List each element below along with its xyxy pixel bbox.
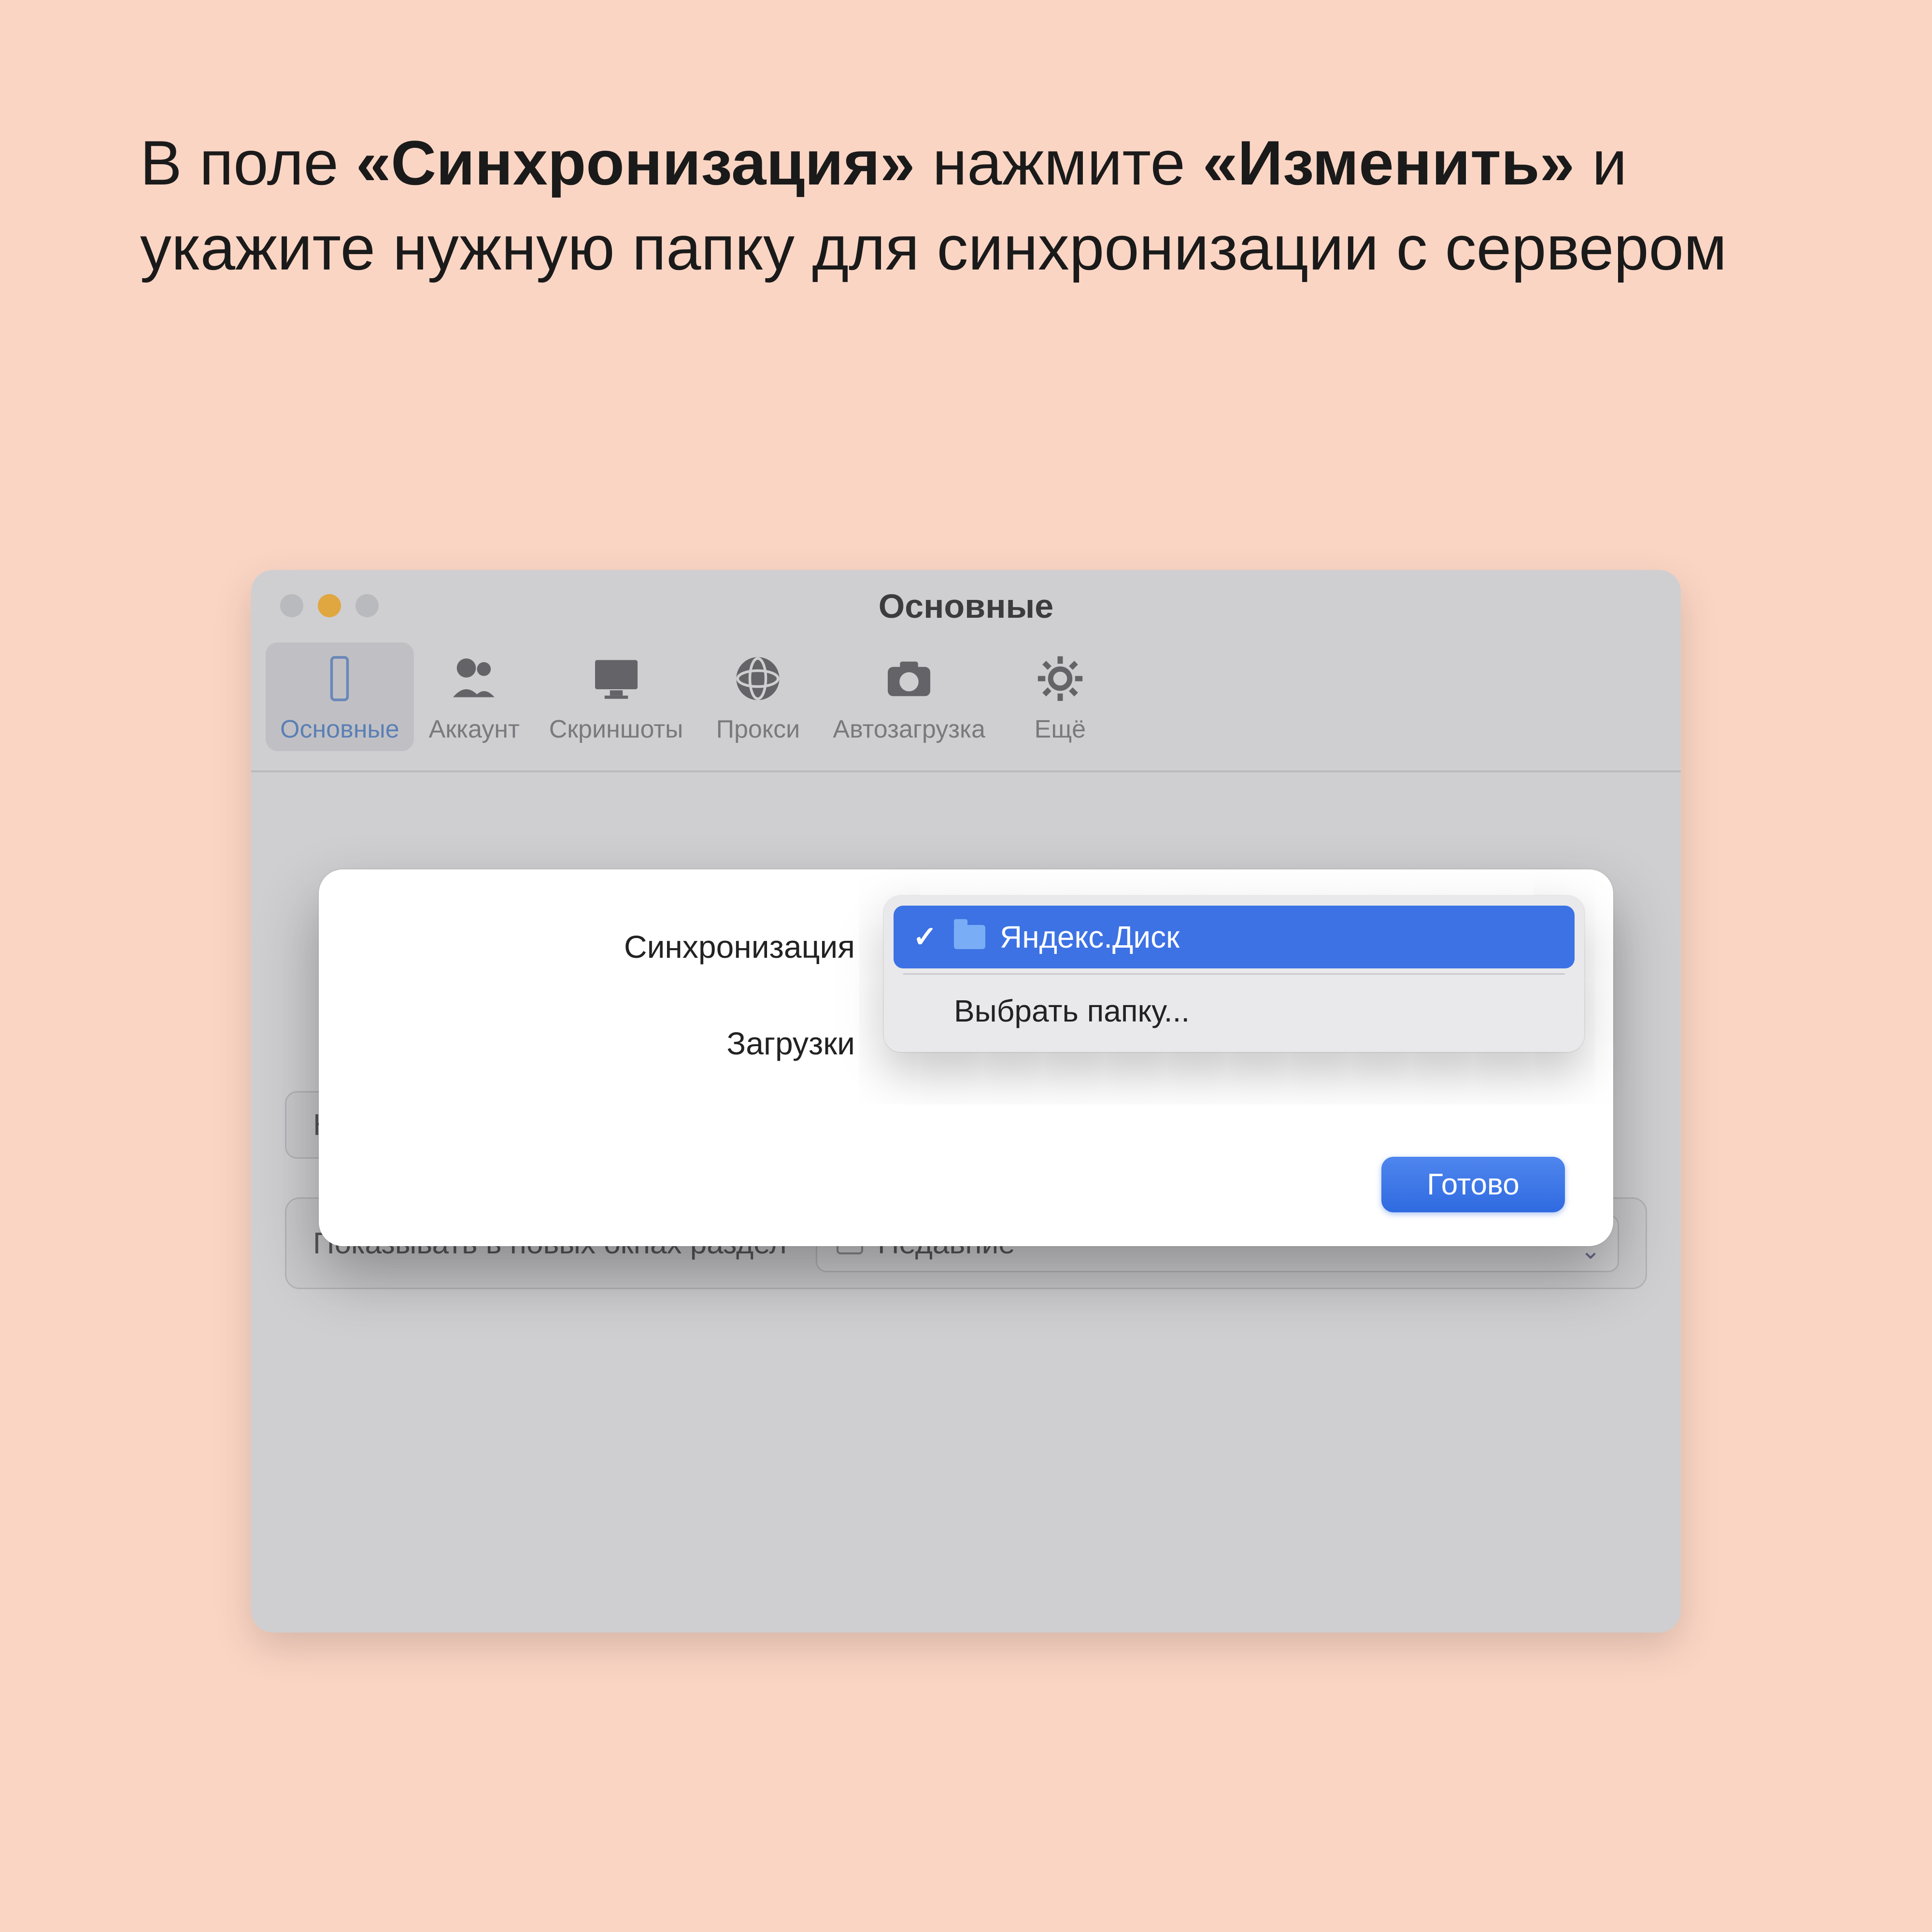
dropdown-separator: [903, 973, 1565, 975]
tab-label: Аккаунт: [429, 715, 520, 744]
done-button-label: Готово: [1427, 1167, 1519, 1202]
tab-label: Автозагрузка: [833, 715, 985, 744]
dropdown-item-label: Выбрать папку...: [954, 993, 1190, 1029]
instruction-text: В поле «Синхронизация» нажмите «Изменить…: [140, 121, 1811, 290]
dropdown-item-yandex-disk[interactable]: ✓ Яндекс.Диск: [894, 906, 1575, 968]
monitor-icon: [585, 652, 648, 705]
minimize-window-button[interactable]: [318, 594, 341, 617]
traffic-lights: [280, 594, 379, 617]
folder-icon: [954, 925, 985, 949]
tab-label: Ещё: [1035, 715, 1086, 744]
people-icon: [443, 652, 506, 705]
dropdown-item-choose-folder[interactable]: Выбрать папку...: [894, 980, 1575, 1042]
tab-account[interactable]: Аккаунт: [414, 642, 535, 751]
sync-folder-dropdown: ✓ Яндекс.Диск Выбрать папку...: [884, 896, 1584, 1052]
sync-label: Синхронизация: [367, 928, 874, 965]
globe-icon: [726, 652, 789, 705]
checkmark-icon: ✓: [913, 920, 939, 954]
dropdown-item-label: Яндекс.Диск: [1000, 919, 1179, 955]
tab-proxy[interactable]: Прокси: [697, 642, 818, 751]
gear-icon: [1029, 652, 1092, 705]
tab-screenshots[interactable]: Скриншоты: [535, 642, 698, 751]
tab-label: Основные: [280, 715, 399, 744]
camera-icon: [878, 652, 940, 705]
tab-autoload[interactable]: Автозагрузка: [818, 642, 999, 751]
preferences-toolbar: Основные Аккаунт Скриншоты Прокси Автоза…: [251, 628, 1681, 772]
zoom-window-button[interactable]: [355, 594, 379, 617]
tab-label: Скриншоты: [549, 715, 683, 744]
tab-more[interactable]: Ещё: [1000, 642, 1121, 751]
phone-icon: [308, 652, 371, 705]
tab-general[interactable]: Основные: [266, 642, 414, 751]
tab-label: Прокси: [716, 715, 800, 744]
window-titlebar: Основные: [251, 570, 1681, 628]
done-button[interactable]: Готово: [1381, 1157, 1565, 1212]
window-title: Основные: [251, 572, 1681, 625]
close-window-button[interactable]: [280, 594, 303, 617]
downloads-label: Загрузки: [367, 1025, 874, 1062]
